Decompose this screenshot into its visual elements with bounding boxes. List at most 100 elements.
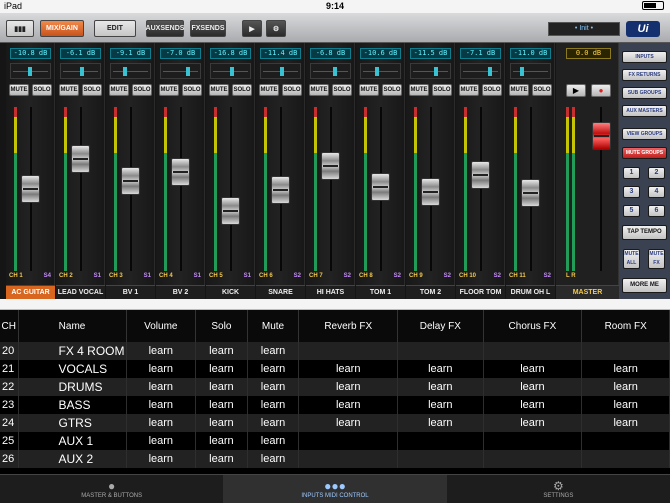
pan-knob[interactable] (186, 67, 191, 76)
mute-groups-button[interactable]: MUTE GROUPS (622, 147, 667, 159)
channel-fader[interactable] (221, 197, 240, 225)
channel-fader[interactable] (271, 176, 290, 204)
learn-button[interactable]: learn (298, 378, 399, 396)
inputs-button[interactable]: INPUTS (622, 51, 667, 63)
channel-name[interactable]: FLOOR TOM (456, 285, 505, 299)
learn-button[interactable]: learn (247, 342, 300, 360)
learn-button[interactable]: learn (581, 396, 670, 414)
solo-button[interactable]: SOLO (382, 84, 402, 96)
sub-groups-button[interactable]: SUB GROUPS (622, 87, 667, 99)
mute-button[interactable]: MUTE (459, 84, 479, 96)
learn-button[interactable]: learn (126, 432, 197, 450)
solo-button[interactable]: SOLO (82, 84, 102, 96)
solo-button[interactable]: SOLO (132, 84, 152, 96)
learn-button[interactable]: learn (195, 432, 248, 450)
learn-button[interactable]: learn (397, 396, 484, 414)
mute-button[interactable]: MUTE (109, 84, 129, 96)
pan-slider[interactable] (260, 63, 301, 79)
play-button[interactable]: ▶ (242, 20, 262, 37)
solo-button[interactable]: SOLO (232, 84, 252, 96)
learn-button[interactable]: learn (195, 342, 248, 360)
mix-gain-button[interactable]: MIX/GAIN (40, 20, 84, 37)
channel-fader[interactable] (371, 173, 390, 201)
channel-name[interactable]: BV 1 (106, 285, 155, 299)
channel-name[interactable]: HI HATS (306, 285, 355, 299)
pan-slider[interactable] (310, 63, 351, 79)
mute-button[interactable]: MUTE (159, 84, 179, 96)
mute-button[interactable]: MUTE (209, 84, 229, 96)
learn-button[interactable]: learn (126, 360, 197, 378)
mute-button[interactable]: MUTE (259, 84, 279, 96)
channel-name[interactable]: DRUM OH L (506, 285, 555, 299)
channel-name[interactable]: TOM 2 (406, 285, 455, 299)
pan-knob[interactable] (374, 67, 379, 76)
mute-group-1-button[interactable]: 1 (623, 167, 640, 179)
learn-button[interactable]: learn (126, 414, 197, 432)
learn-button[interactable]: learn (483, 360, 583, 378)
pan-knob[interactable] (27, 67, 32, 76)
pan-slider[interactable] (10, 63, 51, 79)
learn-button[interactable]: learn (483, 414, 583, 432)
learn-button[interactable]: learn (195, 378, 248, 396)
fx-sends-button[interactable]: FXSENDS (190, 20, 226, 37)
pan-slider[interactable] (60, 63, 101, 79)
learn-button[interactable]: learn (581, 378, 670, 396)
learn-button[interactable]: learn (247, 450, 300, 468)
learn-button[interactable]: learn (126, 342, 197, 360)
master-record-button[interactable]: ● (591, 84, 611, 97)
mute-group-5-button[interactable]: 5 (623, 205, 640, 217)
channel-name[interactable]: BV 2 (156, 285, 205, 299)
solo-button[interactable]: SOLO (532, 84, 552, 96)
learn-button[interactable]: learn (195, 414, 248, 432)
mute-group-6-button[interactable]: 6 (648, 205, 665, 217)
learn-button[interactable]: learn (126, 378, 197, 396)
pan-slider[interactable] (510, 63, 551, 79)
learn-button[interactable]: learn (298, 414, 399, 432)
learn-button[interactable]: learn (247, 432, 300, 450)
pan-knob[interactable] (434, 67, 439, 76)
channel-name[interactable]: KICK (206, 285, 255, 299)
mixer-view-button[interactable]: ▮▮▮ (6, 20, 34, 37)
learn-button[interactable]: learn (298, 360, 399, 378)
pan-knob[interactable] (519, 67, 524, 76)
tab-person[interactable]: ● MASTER & BUTTONS (0, 475, 223, 503)
learn-button[interactable]: learn (195, 396, 248, 414)
tab-group[interactable]: ●●● INPUTS MIDI CONTROL (223, 475, 447, 503)
learn-button[interactable]: learn (483, 396, 583, 414)
pan-knob[interactable] (229, 67, 234, 76)
learn-button[interactable]: learn (298, 396, 399, 414)
mute-button[interactable]: MUTE (9, 84, 29, 96)
more-me-button[interactable]: MORE ME (622, 278, 667, 293)
solo-button[interactable]: SOLO (482, 84, 502, 96)
channel-fader[interactable] (421, 177, 440, 206)
learn-button[interactable]: learn (247, 414, 300, 432)
pan-slider[interactable] (160, 63, 201, 79)
mute-button[interactable]: MUTE (509, 84, 529, 96)
learn-button[interactable]: learn (195, 450, 248, 468)
learn-button[interactable]: learn (247, 360, 300, 378)
solo-button[interactable]: SOLO (32, 84, 52, 96)
solo-button[interactable]: SOLO (332, 84, 352, 96)
mute-fx-button[interactable]: MUTE FX (648, 249, 665, 269)
solo-button[interactable]: SOLO (182, 84, 202, 96)
edit-button[interactable]: EDIT (94, 20, 136, 37)
tap-tempo-button[interactable]: TAP TEMPO (622, 225, 667, 240)
mute-all-button[interactable]: MUTE ALL (623, 249, 640, 269)
channel-fader[interactable] (121, 167, 140, 195)
fx-returns-button[interactable]: FX RETURNS (622, 69, 667, 81)
pan-knob[interactable] (279, 67, 284, 76)
learn-button[interactable]: learn (247, 396, 300, 414)
master-fader[interactable] (592, 122, 611, 150)
channel-fader[interactable] (521, 179, 540, 207)
mute-button[interactable]: MUTE (309, 84, 329, 96)
learn-button[interactable]: learn (581, 360, 670, 378)
snapshot-name[interactable]: • Init • (548, 22, 620, 36)
settings-gear-button[interactable]: ⚙ (266, 20, 286, 37)
channel-name[interactable]: LEAD VOCAL (56, 285, 105, 299)
channel-fader[interactable] (471, 161, 490, 189)
mute-group-2-button[interactable]: 2 (648, 167, 665, 179)
channel-fader[interactable] (171, 158, 190, 186)
pan-slider[interactable] (410, 63, 451, 79)
channel-fader[interactable] (71, 144, 90, 173)
learn-button[interactable]: learn (397, 378, 484, 396)
